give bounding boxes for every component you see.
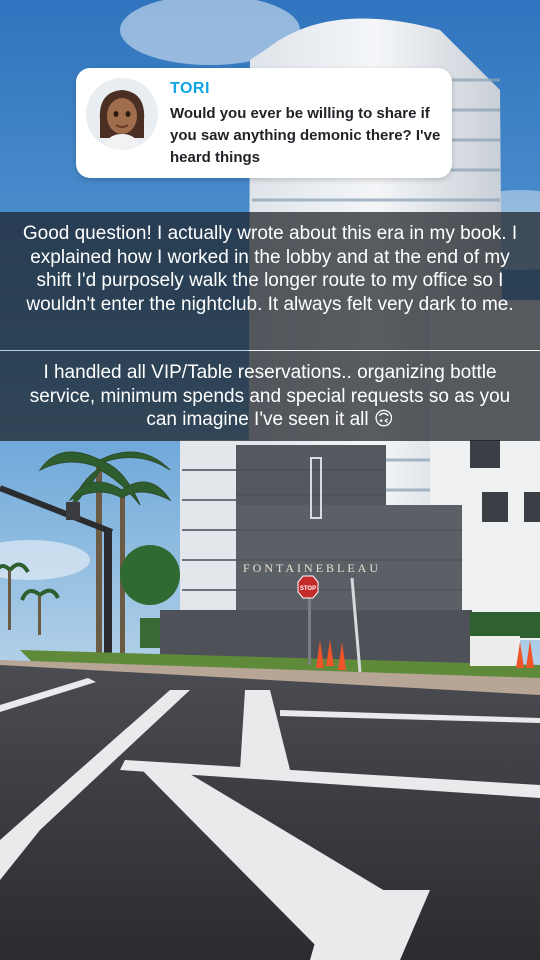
bitmoji-avatar-icon	[86, 78, 158, 150]
avatar	[86, 78, 158, 150]
stop-sign-text: STOP	[300, 586, 316, 592]
caption-text-1: Good question! I actually wrote about th…	[0, 212, 540, 350]
caption-text-2: I handled all VIP/Table reservations.. o…	[0, 351, 540, 441]
reply-sender-name: TORI	[170, 80, 210, 97]
building-sign-text: FONTAINEBLEAU	[243, 561, 381, 575]
reply-message: Would you ever be willing to share if yo…	[170, 105, 441, 166]
reply-card[interactable]: TORI Would you ever be willing to share …	[76, 68, 452, 178]
